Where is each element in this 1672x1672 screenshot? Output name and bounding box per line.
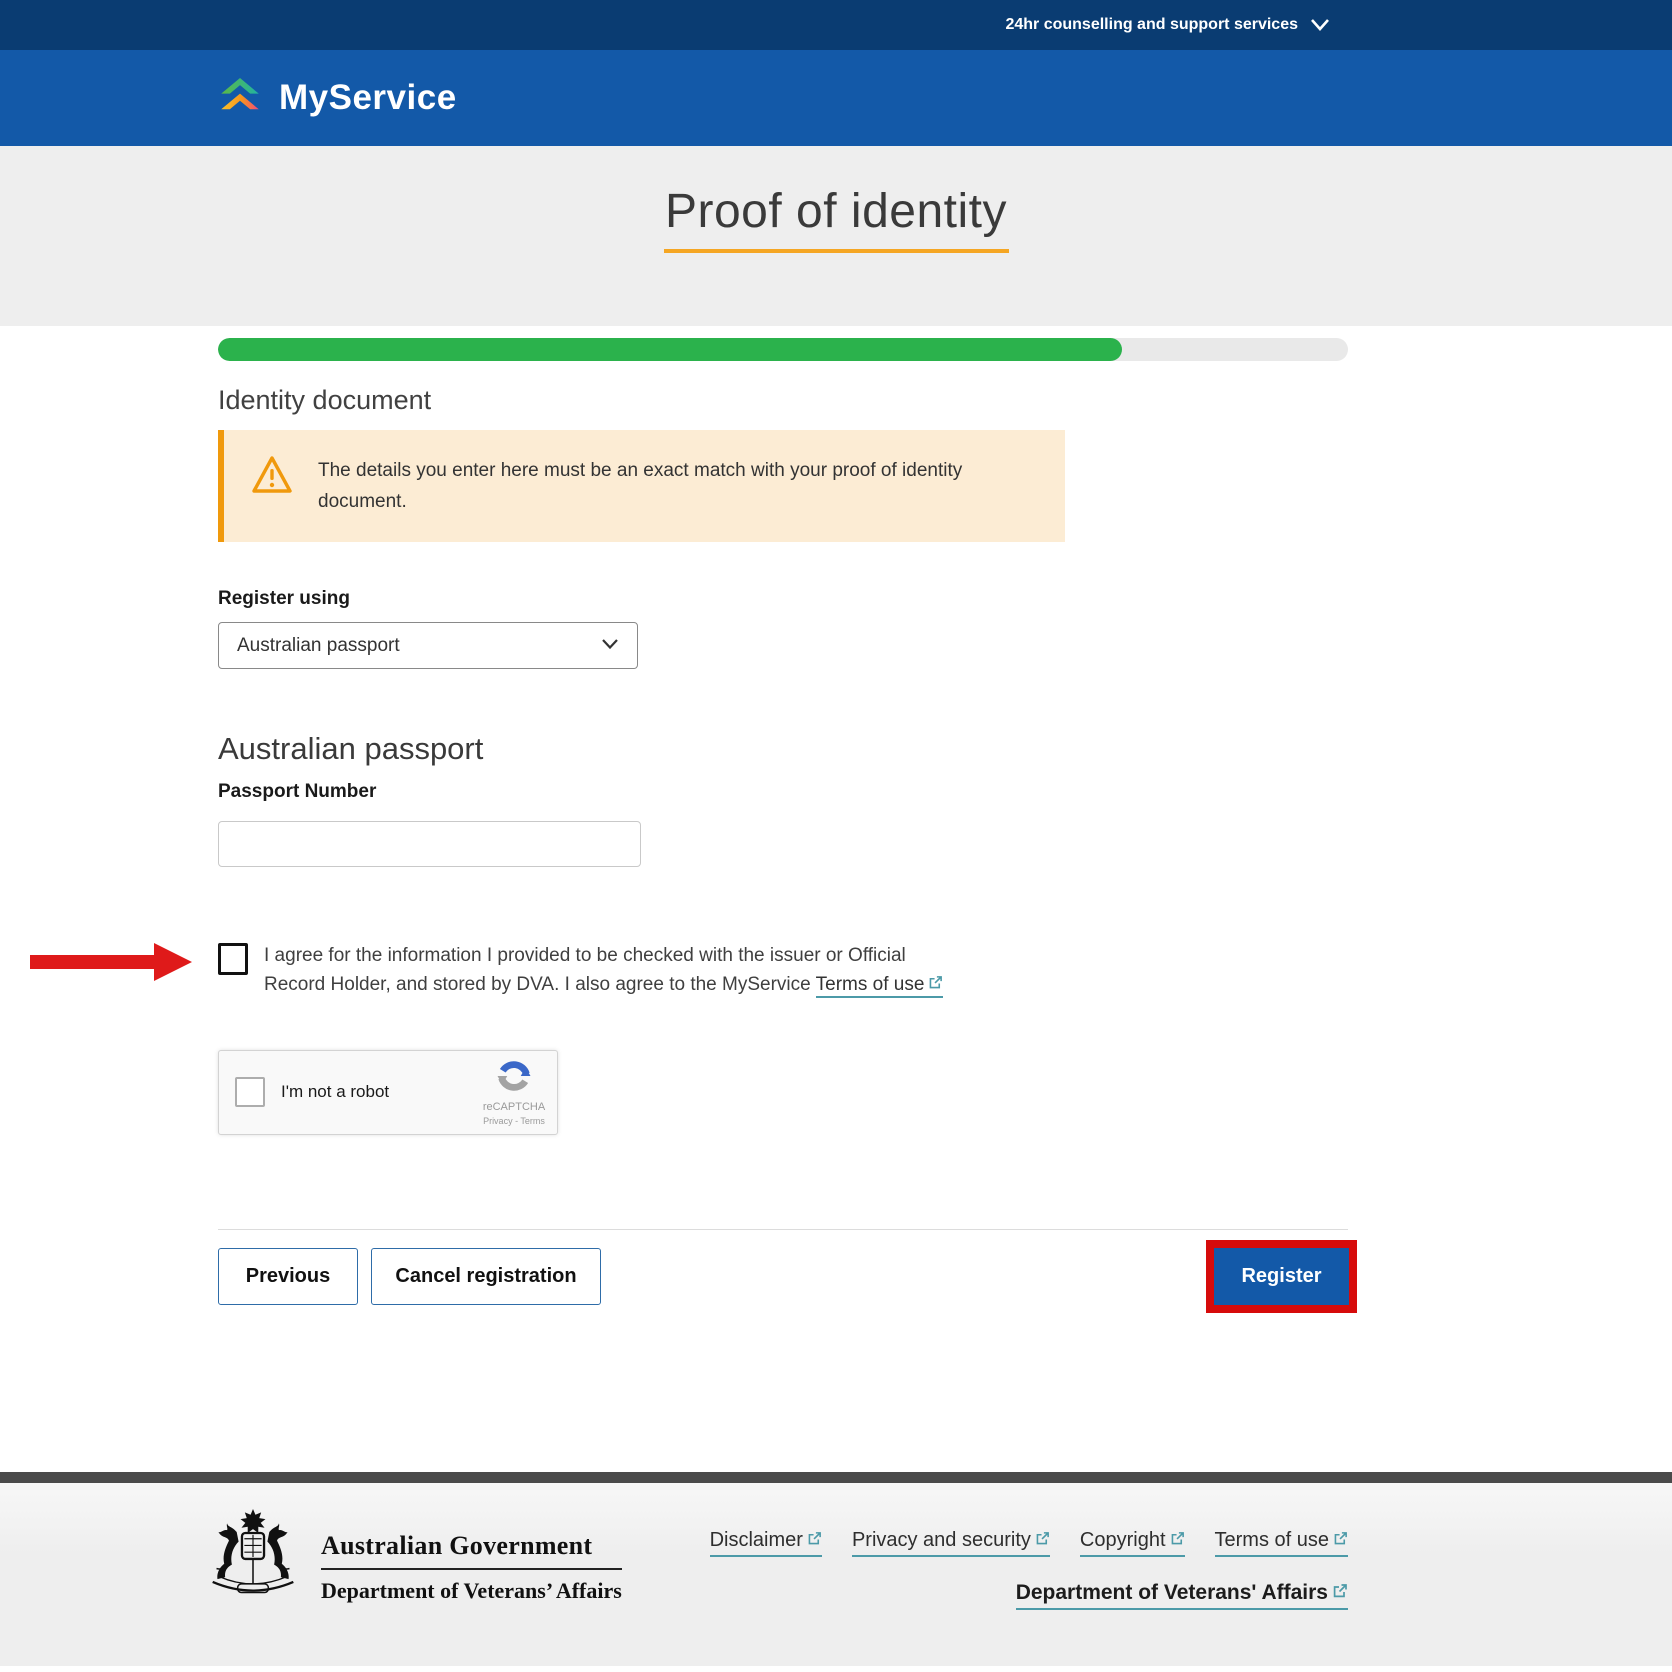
myservice-logo-icon xyxy=(215,71,265,126)
recaptcha-label: I'm not a robot xyxy=(281,1082,389,1102)
document-title: Australian passport xyxy=(218,731,1348,767)
footer-link-copyright[interactable]: Copyright xyxy=(1080,1529,1185,1557)
terms-of-use-link[interactable]: Terms of use xyxy=(816,974,944,998)
government-crest-block: Australian Government Department of Vete… xyxy=(205,1507,622,1666)
external-link-icon xyxy=(1332,1581,1348,1605)
footer-links-row: Disclaimer Privacy and security Copyrigh… xyxy=(710,1529,1348,1557)
page-title-underline xyxy=(664,249,1009,253)
myservice-logo[interactable]: MyService xyxy=(215,71,457,126)
progress-bar xyxy=(218,338,1348,361)
footer-divider-bar xyxy=(0,1472,1672,1483)
red-highlight-annotation: Register xyxy=(1206,1240,1357,1313)
external-link-icon xyxy=(1035,1529,1050,1552)
passport-number-input[interactable] xyxy=(218,821,641,867)
app-header: MyService xyxy=(0,50,1672,146)
crest-rule xyxy=(321,1568,622,1570)
footer-link-dva[interactable]: Department of Veterans' Affairs xyxy=(1016,1581,1348,1610)
australian-government-label: Australian Government xyxy=(321,1531,622,1561)
agree-text: I agree for the information I provided t… xyxy=(264,941,964,1000)
section-divider xyxy=(218,1229,1348,1230)
external-link-icon xyxy=(1170,1529,1185,1552)
warning-triangle-icon xyxy=(250,454,294,501)
footer-links: Disclaimer Privacy and security Copyrigh… xyxy=(710,1507,1348,1666)
recaptcha-brand-text: reCAPTCHA xyxy=(481,1101,547,1113)
footer-link-terms[interactable]: Terms of use xyxy=(1215,1529,1348,1557)
chevron-down-icon xyxy=(601,637,619,655)
recaptcha-logo-icon xyxy=(496,1081,532,1098)
government-crest-text: Australian Government Department of Vete… xyxy=(321,1507,622,1604)
section-title: Identity document xyxy=(218,385,1348,416)
support-services-label: 24hr counselling and support services xyxy=(1005,16,1298,34)
previous-button[interactable]: Previous xyxy=(218,1248,358,1305)
recaptcha-legal: Privacy - Terms xyxy=(481,1116,547,1126)
external-link-icon xyxy=(928,970,943,999)
brand-name: MyService xyxy=(279,78,457,118)
department-label: Department of Veterans’ Affairs xyxy=(321,1578,622,1604)
australian-coat-of-arms-icon xyxy=(205,1507,301,1612)
footer-link-disclaimer[interactable]: Disclaimer xyxy=(710,1529,822,1557)
footer-link-privacy[interactable]: Privacy and security xyxy=(852,1529,1050,1557)
support-services-menu[interactable]: 24hr counselling and support services xyxy=(1005,16,1330,34)
recaptcha-terms-link[interactable]: Terms xyxy=(520,1116,545,1126)
register-using-value: Australian passport xyxy=(237,635,400,657)
recaptcha-checkbox[interactable] xyxy=(235,1077,265,1107)
warning-banner: The details you enter here must be an ex… xyxy=(218,430,1065,542)
register-button[interactable]: Register xyxy=(1214,1248,1349,1305)
cancel-registration-button[interactable]: Cancel registration xyxy=(371,1248,601,1305)
agreement-row: I agree for the information I provided t… xyxy=(218,941,1348,1000)
recaptcha-privacy-link[interactable]: Privacy xyxy=(483,1116,513,1126)
footer: Australian Government Department of Vete… xyxy=(0,1483,1672,1666)
action-buttons-row: Previous Cancel registration Register xyxy=(218,1240,1348,1313)
agree-checkbox[interactable] xyxy=(218,943,248,975)
chevron-down-icon xyxy=(1310,18,1330,32)
external-link-icon xyxy=(1333,1529,1348,1552)
register-using-select[interactable]: Australian passport xyxy=(218,622,638,669)
hero-section: Proof of identity xyxy=(0,146,1672,326)
recaptcha-branding: reCAPTCHA Privacy - Terms xyxy=(481,1058,547,1126)
main-content: Identity document The details you enter … xyxy=(0,326,1672,1472)
warning-text: The details you enter here must be an ex… xyxy=(318,455,1018,518)
recaptcha-widget: I'm not a robot reCAPTCHA Privacy - Term… xyxy=(218,1050,558,1135)
page-title: Proof of identity xyxy=(0,184,1672,239)
progress-fill xyxy=(218,338,1122,361)
top-utility-bar: 24hr counselling and support services xyxy=(0,0,1672,50)
register-using-label: Register using xyxy=(218,588,1348,610)
passport-number-label: Passport Number xyxy=(218,781,1348,803)
external-link-icon xyxy=(807,1529,822,1552)
red-arrow-annotation xyxy=(30,943,192,981)
